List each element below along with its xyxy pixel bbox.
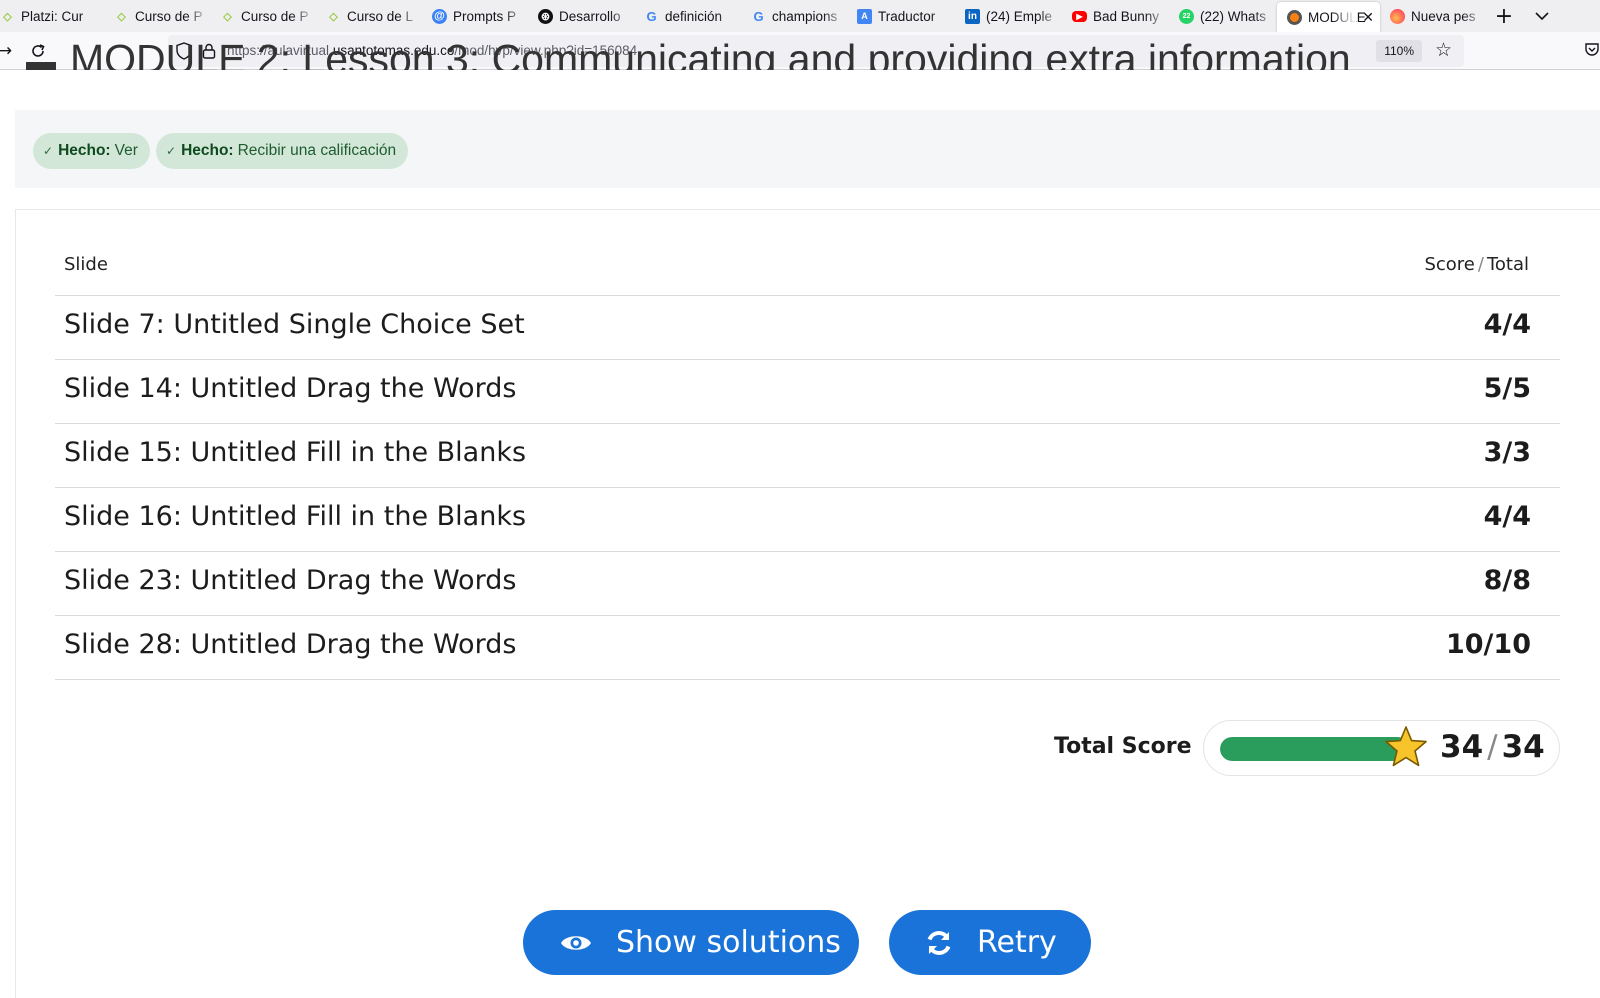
platzi-icon: ◇ — [3, 10, 12, 23]
results-table-header: Slide Score / Total — [55, 240, 1560, 296]
prompts-icon: @ — [432, 8, 447, 24]
slide-name[interactable]: Slide 7: Untitled Single Choice Set — [64, 309, 525, 340]
slide-score: 5/5 — [1483, 373, 1531, 404]
tab-desarrollo[interactable]: ⊛ Desarrollo — [528, 0, 634, 32]
total-score-label: Total Score — [1054, 734, 1192, 759]
badge-label: Hecho: — [58, 142, 111, 159]
checkmark-icon: ✓ — [43, 144, 54, 158]
tab-label: definición — [665, 8, 723, 24]
table-row[interactable]: Slide 15: Untitled Fill in the Blanks 3/… — [55, 424, 1560, 488]
total-score-value: 34/34 — [1440, 729, 1545, 765]
column-header-score: Score / Total — [1424, 254, 1529, 275]
refresh-icon — [925, 929, 953, 957]
completion-badge-view: ✓ Hecho: Ver — [33, 133, 150, 169]
openai-icon: ⊛ — [538, 8, 553, 24]
table-row[interactable]: Slide 23: Untitled Drag the Words 8/8 — [55, 552, 1560, 616]
linkedin-icon: in — [965, 8, 980, 24]
tab-platzi-4[interactable]: ◇ Curso de L — [316, 0, 422, 32]
tab-champions[interactable]: G champions — [741, 0, 847, 32]
total-score-max: 34 — [1501, 729, 1545, 765]
tab-youtube[interactable]: ▶ Bad Bunny — [1062, 0, 1169, 32]
platzi-icon: ◇ — [223, 10, 232, 23]
new-tab-button[interactable]: + — [1486, 0, 1522, 32]
tab-linkedin[interactable]: in (24) Emple — [955, 0, 1062, 32]
tab-platzi-2[interactable]: ◇ Curso de P — [104, 0, 210, 32]
column-header-slide: Slide — [64, 254, 108, 275]
page-title-text: MODULE 2: Lesson 3: Communicating and pr… — [70, 40, 1351, 70]
badge-value: Ver — [114, 142, 138, 159]
google-icon: G — [646, 8, 657, 24]
table-row[interactable]: Slide 14: Untitled Drag the Words 5/5 — [55, 360, 1560, 424]
slide-score: 4/4 — [1483, 309, 1531, 340]
slide-score: 8/8 — [1483, 565, 1531, 596]
total-header-label: Total — [1486, 254, 1529, 275]
tab-platzi-3[interactable]: ◇ Curso de P — [210, 0, 316, 32]
slide-score: 3/3 — [1483, 437, 1531, 468]
badge-value: Recibir una calificación — [237, 142, 397, 159]
slide-name[interactable]: Slide 16: Untitled Fill in the Blanks — [64, 501, 526, 532]
total-score-box: 34/34 — [1203, 720, 1560, 776]
tab-module-active[interactable]: MODULE ✕ — [1277, 2, 1380, 32]
retry-button[interactable]: Retry — [889, 910, 1091, 975]
star-icon — [1385, 726, 1427, 767]
firefox-icon — [1390, 8, 1405, 24]
table-row[interactable]: Slide 28: Untitled Drag the Words 10/10 — [55, 616, 1560, 680]
tab-label: Traductor — [878, 8, 936, 24]
google-icon: G — [753, 8, 764, 24]
total-score-separator: / — [1487, 729, 1498, 765]
forward-arrow-icon[interactable]: → — [0, 40, 16, 62]
score-header-label: Score — [1424, 254, 1475, 275]
tab-label: Platzi: Cur — [21, 8, 84, 24]
eye-icon — [560, 932, 592, 954]
browser-tab-bar: ◇ Platzi: Cur ◇ Curso de P ◇ Curso de P … — [0, 0, 1600, 32]
page-title: MODULE 2: Lesson 3: Communicating and pr… — [20, 40, 1600, 70]
show-solutions-label: Show solutions — [616, 925, 841, 960]
moodle-icon — [1287, 9, 1302, 25]
table-row[interactable]: Slide 7: Untitled Single Choice Set 4/4 — [55, 296, 1560, 360]
tab-nueva-pestana[interactable]: Nueva pes — [1380, 0, 1486, 32]
score-header-separator: / — [1477, 254, 1484, 275]
platzi-icon: ◇ — [117, 10, 126, 23]
tab-traductor[interactable]: A Traductor — [847, 0, 955, 32]
badge-label: Hecho: — [181, 142, 234, 159]
tab-list-chevron-icon[interactable] — [1522, 0, 1562, 32]
slide-name[interactable]: Slide 28: Untitled Drag the Words — [64, 629, 516, 660]
checkmark-icon: ✓ — [166, 144, 177, 158]
table-row[interactable]: Slide 16: Untitled Fill in the Blanks 4/… — [55, 488, 1560, 552]
slide-name[interactable]: Slide 14: Untitled Drag the Words — [64, 373, 516, 404]
slide-score: 4/4 — [1483, 501, 1531, 532]
slide-score: 10/10 — [1445, 629, 1531, 660]
tab-platzi-1[interactable]: ◇ Platzi: Cur — [0, 0, 104, 32]
activity-icon — [26, 62, 56, 70]
close-tab-icon[interactable]: ✕ — [1362, 9, 1374, 26]
slide-name[interactable]: Slide 15: Untitled Fill in the Blanks — [64, 437, 526, 468]
tab-whatsapp[interactable]: 22 (22) Whats — [1169, 0, 1277, 32]
tab-prompts[interactable]: @ Prompts P — [422, 0, 528, 32]
slide-name[interactable]: Slide 23: Untitled Drag the Words — [64, 565, 516, 596]
total-score-number: 34 — [1440, 729, 1484, 765]
show-solutions-button[interactable]: Show solutions — [523, 910, 859, 975]
whatsapp-icon: 22 — [1179, 8, 1194, 24]
tab-definicion[interactable]: G definición — [634, 0, 741, 32]
youtube-icon: ▶ — [1072, 10, 1087, 22]
platzi-icon: ◇ — [329, 10, 338, 23]
completion-badge-grade: ✓ Hecho: Recibir una calificación — [156, 133, 409, 169]
retry-label: Retry — [977, 925, 1057, 960]
translate-icon: A — [857, 8, 872, 24]
